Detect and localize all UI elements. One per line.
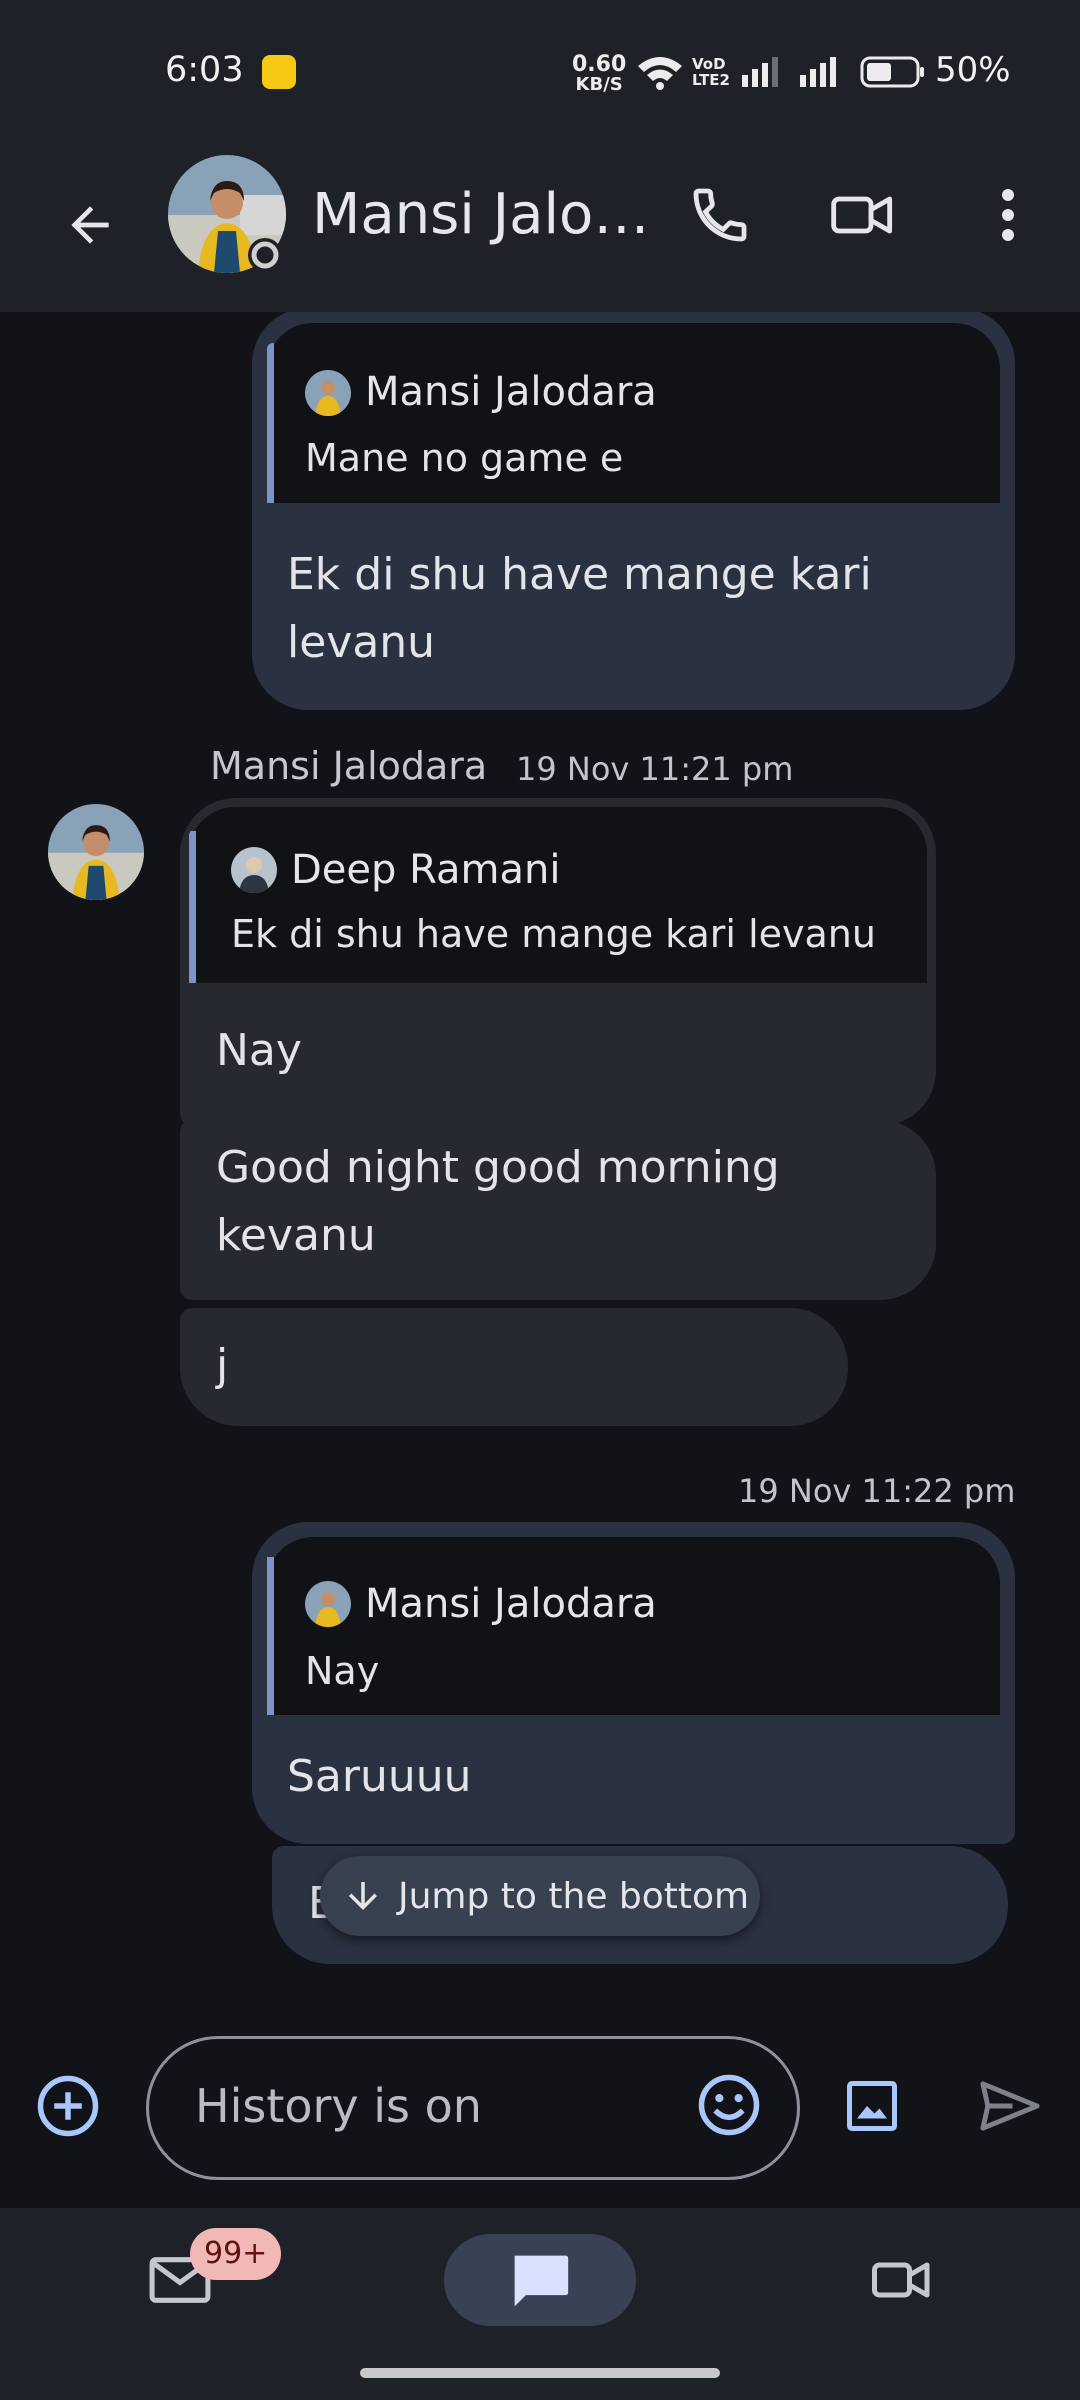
meet-icon xyxy=(872,2262,930,2298)
quoted-message[interactable]: Deep Ramani Ek di shu have mange kari le… xyxy=(189,807,927,983)
send-icon xyxy=(980,2081,1040,2131)
video-call-button[interactable] xyxy=(823,175,903,255)
volte-top: VoD xyxy=(692,55,726,73)
more-options-button[interactable] xyxy=(968,175,1048,255)
message-bubble-incoming[interactable]: j xyxy=(180,1308,848,1426)
battery-icon xyxy=(860,56,924,88)
message-bubble-outgoing[interactable]: Mansi Jalodara Mane no game e Ek di shu … xyxy=(252,312,1015,710)
jump-to-bottom-label: Jump to the bottom xyxy=(398,1875,750,1917)
presence-indicator xyxy=(248,238,282,272)
quote-sender-name: Deep Ramani xyxy=(291,847,561,893)
notification-app-icon xyxy=(262,55,296,89)
message-text: j xyxy=(216,1340,229,1391)
home-indicator[interactable] xyxy=(360,2368,720,2378)
add-circle-icon xyxy=(37,2075,99,2137)
status-time: 6:03 xyxy=(165,50,244,90)
message-bubble-outgoing[interactable]: Mansi Jalodara Nay Saruuuu xyxy=(252,1522,1015,1844)
more-vert-icon xyxy=(1002,189,1014,241)
quote-sender-name: Mansi Jalodara xyxy=(365,369,657,415)
message-sender-name: Mansi Jalodara xyxy=(210,744,488,788)
back-button[interactable] xyxy=(50,185,130,265)
back-arrow-icon xyxy=(71,206,109,244)
message-timestamp: 19 Nov 11:21 pm xyxy=(516,750,794,788)
presence-icon xyxy=(251,241,279,269)
message-input-placeholder: History is on xyxy=(195,2079,482,2133)
message-timestamp: 19 Nov 11:22 pm xyxy=(738,1472,1016,1510)
nav-chat[interactable] xyxy=(444,2234,636,2326)
image-icon xyxy=(847,2081,897,2131)
message-text: Saruuuu xyxy=(287,1751,472,1802)
emoji-icon xyxy=(698,2074,760,2136)
arrow-down-icon xyxy=(349,1882,377,1910)
network-speed-unit: KB/S xyxy=(575,74,623,95)
quote-bar xyxy=(267,1557,274,1715)
add-attachment-button[interactable] xyxy=(28,2066,108,2146)
contact-name[interactable]: Mansi Jalo… xyxy=(312,182,649,247)
quote-sender-avatar xyxy=(231,847,277,893)
quote-bar xyxy=(267,343,274,503)
send-button[interactable] xyxy=(970,2066,1050,2146)
emoji-button[interactable] xyxy=(689,2065,769,2145)
network-speed-value: 0.60 xyxy=(572,52,627,77)
volte-indicator: VoD LTE2 xyxy=(692,56,730,88)
message-text: Ek di shu have mange kari levanu xyxy=(287,549,872,668)
quote-text: Ek di shu have mange kari levanu xyxy=(231,912,876,956)
sender-avatar[interactable] xyxy=(48,804,144,900)
nav-meet[interactable] xyxy=(862,2240,942,2320)
quote-bar xyxy=(189,831,196,983)
quote-text: Nay xyxy=(305,1649,380,1693)
message-input[interactable]: History is on xyxy=(146,2036,800,2180)
image-button[interactable] xyxy=(832,2066,912,2146)
quote-sender-avatar xyxy=(305,1581,351,1627)
quoted-message[interactable]: Mansi Jalodara Mane no game e xyxy=(267,323,1000,503)
message-text: Good night good morning kevanu xyxy=(216,1142,780,1261)
message-list[interactable]: Mansi Jalodara Mane no game e Ek di shu … xyxy=(0,312,1080,2012)
quote-text: Mane no game e xyxy=(305,436,624,480)
volte-bottom: LTE2 xyxy=(692,71,730,89)
voice-call-button[interactable] xyxy=(680,175,760,255)
mail-badge: 99+ xyxy=(190,2228,282,2280)
signal-sim2-icon xyxy=(800,57,836,87)
message-text: Nay xyxy=(216,1025,302,1076)
phone-icon xyxy=(693,188,747,242)
jump-to-bottom-button[interactable]: Jump to the bottom xyxy=(320,1856,760,1936)
message-bubble-incoming[interactable]: Deep Ramani Ek di shu have mange kari le… xyxy=(180,798,936,1126)
battery-percent: 50% xyxy=(935,50,1011,90)
video-call-icon xyxy=(831,196,893,234)
chat-icon xyxy=(514,2255,569,2307)
message-bubble-incoming[interactable]: Good night good morning kevanu xyxy=(180,1120,936,1300)
quoted-message[interactable]: Mansi Jalodara Nay xyxy=(267,1537,1000,1715)
quote-sender-avatar xyxy=(305,370,351,416)
network-speed: 0.60 KB/S xyxy=(572,54,626,94)
wifi-icon xyxy=(638,57,682,90)
quote-sender-name: Mansi Jalodara xyxy=(365,1581,657,1627)
signal-sim1-icon xyxy=(742,57,778,87)
